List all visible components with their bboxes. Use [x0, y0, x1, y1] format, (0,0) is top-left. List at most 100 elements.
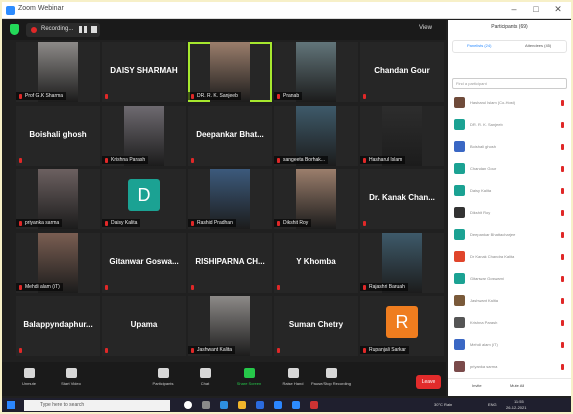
pause-stop-recording-button[interactable]: Pause/Stop Recording	[308, 366, 354, 394]
minimize-icon[interactable]: –	[508, 4, 520, 14]
list-item[interactable]: Mehdi alam (iT)	[452, 336, 567, 354]
participant-tile[interactable]: Hasharul Islam	[360, 105, 444, 166]
file-explorer-icon[interactable]	[238, 401, 246, 409]
view-button[interactable]: View	[419, 25, 432, 31]
maximize-icon[interactable]: □	[530, 4, 542, 14]
close-icon[interactable]: ✕	[552, 4, 564, 15]
task-view-icon[interactable]	[202, 401, 210, 409]
leave-button[interactable]: Leave	[416, 375, 441, 389]
participant-tile[interactable]: Mehdi alam (iT)	[16, 232, 100, 293]
taskbar-search-input[interactable]: Type here to search	[24, 400, 170, 411]
toolbar-label: Chat	[200, 381, 210, 386]
participant-tile[interactable]: Krishna Parash	[102, 105, 186, 166]
list-item[interactable]: Daisy Kalita	[452, 182, 567, 200]
recording-indicator: Recording...	[26, 23, 100, 37]
invite-button[interactable]: Invite	[472, 383, 482, 388]
muted-mic-icon[interactable]	[561, 122, 564, 128]
edge-browser-icon[interactable]	[220, 401, 228, 409]
muted-mic-icon[interactable]	[561, 298, 564, 304]
language-indicator[interactable]: ENG	[488, 402, 497, 407]
list-item[interactable]: Gitanwar Goswami	[452, 270, 567, 288]
list-item[interactable]: Boishali ghosh	[452, 138, 567, 156]
participant-tile[interactable]: Rajashri Baruah	[360, 232, 444, 293]
participant-tile[interactable]: sangeeta Borhak...	[274, 105, 358, 166]
mail-icon[interactable]	[274, 401, 282, 409]
participant-tile[interactable]: Jashwant Kalita	[188, 296, 272, 356]
list-item[interactable]: Dr Kanak Chandra Kalita	[452, 248, 567, 266]
muted-mic-icon	[105, 157, 108, 163]
taskbar-date[interactable]: 26-12-2021	[506, 405, 526, 410]
participant-tile[interactable]: Upama	[102, 296, 186, 356]
participant-tile[interactable]: R Rupanjali Sarkar	[360, 296, 444, 356]
window-title-bar: Zoom Webinar – □ ✕	[2, 2, 571, 19]
list-item[interactable]: priyanka sarma	[452, 358, 567, 376]
list-item[interactable]: Deepankar Bhattacharjee	[452, 226, 567, 244]
participant-name: Mehdi alam (iT)	[470, 342, 498, 347]
stop-recording-icon[interactable]	[91, 26, 97, 33]
zoom-window: Zoom Webinar – □ ✕ Recording... View Pro…	[2, 2, 571, 412]
chat-button[interactable]: Chat	[182, 366, 228, 394]
muted-mic-icon[interactable]	[561, 100, 564, 106]
avatar	[454, 339, 465, 350]
security-shield-icon[interactable]	[10, 24, 19, 35]
list-item[interactable]: Chandan Gour	[452, 160, 567, 178]
muted-mic-icon	[277, 157, 280, 163]
participant-tile[interactable]: Chandan Gour	[360, 42, 444, 102]
participant-tile[interactable]: Deepankar Bhat...	[188, 105, 272, 166]
muted-mic-icon[interactable]	[561, 232, 564, 238]
muted-mic-icon[interactable]	[561, 254, 564, 260]
participant-label: Jashwant Kalita	[188, 346, 236, 354]
participant-search-input[interactable]: Find a participant	[452, 78, 567, 89]
muted-mic-icon[interactable]	[561, 276, 564, 282]
list-item[interactable]: Hasharul Islam (Co-Host)	[452, 94, 567, 112]
store-icon[interactable]	[256, 401, 264, 409]
participant-tile[interactable]: priyanka sarma	[16, 169, 100, 229]
muted-mic-icon[interactable]	[561, 342, 564, 348]
muted-mic-icon	[105, 221, 108, 226]
participant-tile[interactable]: Y Khomba	[274, 232, 358, 293]
muted-mic-icon[interactable]	[561, 210, 564, 216]
participant-tile[interactable]: Boishali ghosh	[16, 105, 100, 166]
pause-recording-icon[interactable]	[79, 26, 82, 33]
participants-button[interactable]: Participants	[140, 366, 186, 394]
media-app-icon[interactable]	[310, 401, 318, 409]
list-item[interactable]: Dikshit Roy	[452, 204, 567, 222]
participant-tile[interactable]: Rashid Pradhan	[188, 169, 272, 229]
participant-tile[interactable]: Dikshit Roy	[274, 169, 358, 229]
tab-panelists[interactable]: Panelists (24)	[467, 43, 491, 48]
unmute-button[interactable]: Unmute	[6, 366, 52, 394]
raise-hand-icon	[287, 368, 299, 378]
participant-tile[interactable]: Gitanwar Goswa...	[102, 232, 186, 293]
avatar	[454, 251, 465, 262]
share-screen-button[interactable]: Share Screen	[226, 366, 272, 394]
mute-all-button[interactable]: Mute All	[510, 383, 524, 388]
start-video-button[interactable]: Start Video	[48, 366, 94, 394]
cortana-icon[interactable]	[184, 401, 192, 409]
taskbar-clock[interactable]: 11:55	[514, 399, 524, 404]
muted-mic-icon[interactable]	[561, 364, 564, 370]
zoom-taskbar-icon[interactable]	[292, 401, 300, 409]
list-item[interactable]: DR. R. K. Sanjeeb	[452, 116, 567, 134]
muted-mic-icon[interactable]	[561, 166, 564, 172]
muted-mic-icon[interactable]	[561, 320, 564, 326]
participant-tile[interactable]: RISHIPARNA CH...	[188, 232, 272, 293]
weather-status[interactable]: 30°C Rain	[434, 402, 452, 407]
muted-mic-icon[interactable]	[561, 188, 564, 194]
participant-name: Dikshit Roy	[470, 210, 491, 215]
tab-attendees[interactable]: Attendees (45)	[525, 43, 551, 48]
participant-tile[interactable]: DR. R. K. Sanjeeb	[188, 42, 272, 102]
participant-tile[interactable]: DAISY SHARMAH	[102, 42, 186, 102]
participant-tile[interactable]: Suman Chetry	[274, 296, 358, 356]
participant-name: Boishali ghosh	[470, 144, 497, 149]
avatar	[454, 229, 465, 240]
participant-tile[interactable]: Dr. Kanak Chan...	[360, 169, 444, 229]
participant-tile[interactable]: Balappyndaphur...	[16, 296, 100, 356]
participant-tile[interactable]: Prof G.K Sharma	[16, 42, 100, 102]
pause-recording-icon-bar[interactable]	[84, 26, 87, 33]
list-item[interactable]: Krishna Parash	[452, 314, 567, 332]
participant-tile[interactable]: Pranab	[274, 42, 358, 102]
windows-start-icon[interactable]	[7, 401, 15, 409]
list-item[interactable]: Jashwant Kalita	[452, 292, 567, 310]
participant-tile[interactable]: D Daisy Kalita	[102, 169, 186, 229]
muted-mic-icon[interactable]	[561, 144, 564, 150]
